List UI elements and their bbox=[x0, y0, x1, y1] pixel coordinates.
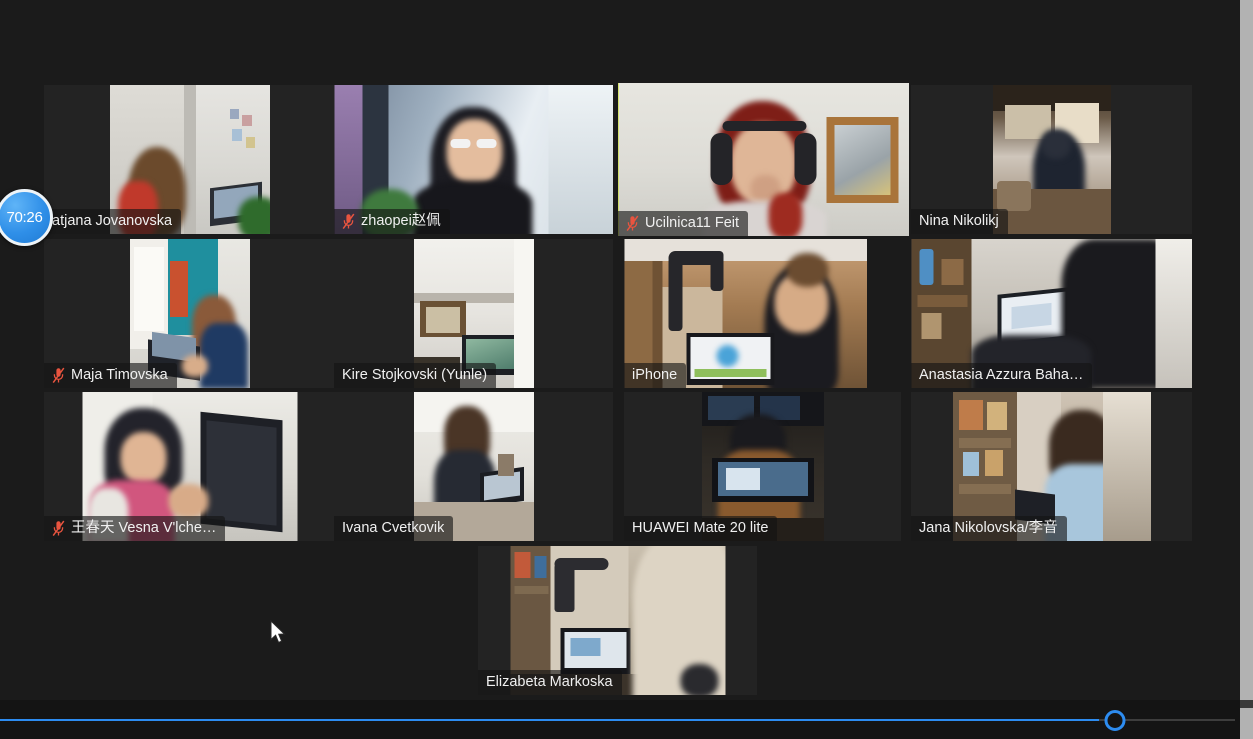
participant-tile[interactable]: iPhone bbox=[624, 239, 867, 388]
participant-tile[interactable]: Elizabeta Markoska bbox=[478, 546, 757, 695]
participant-tile[interactable]: HUAWEI Mate 20 lite bbox=[624, 392, 901, 541]
participant-name-text: zhaopei赵佩 bbox=[361, 213, 441, 229]
participant-name-label: Elizabeta Markoska bbox=[478, 670, 622, 695]
mic-muted-icon bbox=[342, 213, 355, 229]
participant-name-text: Kire Stojkovski (Yunle) bbox=[342, 367, 488, 383]
participant-tile[interactable]: Anastasia Azzura Baha… bbox=[911, 239, 1192, 388]
participant-tile[interactable]: 王春天 Vesna V'lche… bbox=[44, 392, 336, 541]
meeting-timer-text: 70:26 bbox=[6, 209, 43, 226]
participant-tile[interactable]: Nina Nikolikj bbox=[911, 85, 1192, 234]
progress-fill bbox=[0, 719, 1100, 721]
participant-tile[interactable]: Kire Stojkovski (Yunle) bbox=[334, 239, 613, 388]
participant-gallery-grid: atjana Jovanovska zhaopei赵佩 Ucilnica11 F… bbox=[0, 0, 1253, 700]
participant-name-text: HUAWEI Mate 20 lite bbox=[632, 520, 769, 536]
scrollbar-divider bbox=[1240, 700, 1253, 708]
participant-tile[interactable]: Jana Nikolovska/李音 bbox=[911, 392, 1192, 541]
participant-name-label: Ucilnica11 Feit bbox=[618, 211, 749, 236]
participant-tile[interactable]: atjana Jovanovska bbox=[44, 85, 336, 234]
participant-tile[interactable]: Ivana Cvetkovik bbox=[334, 392, 613, 541]
participant-name-label: Nina Nikolikj bbox=[911, 209, 1008, 234]
participant-name-label: zhaopei赵佩 bbox=[334, 209, 450, 234]
vertical-scrollbar[interactable] bbox=[1240, 0, 1253, 739]
participant-tile[interactable]: Maja Timovska bbox=[44, 239, 336, 388]
video-feed bbox=[992, 85, 1111, 234]
participant-name-label: Jana Nikolovska/李音 bbox=[911, 516, 1067, 541]
participant-name-text: Ivana Cvetkovik bbox=[342, 520, 445, 536]
participant-name-text: Ucilnica11 Feit bbox=[645, 215, 740, 231]
zoom-gallery-window: atjana Jovanovska zhaopei赵佩 Ucilnica11 F… bbox=[0, 0, 1253, 739]
participant-name-label: Maja Timovska bbox=[44, 363, 177, 388]
bottom-playback-bar bbox=[0, 700, 1253, 739]
participant-name-label: 王春天 Vesna V'lche… bbox=[44, 516, 226, 541]
participant-name-text: atjana Jovanovska bbox=[52, 213, 173, 229]
participant-name-text: Elizabeta Markoska bbox=[486, 674, 613, 690]
mic-muted-icon bbox=[52, 367, 65, 383]
participant-name-label: HUAWEI Mate 20 lite bbox=[624, 516, 778, 541]
mic-muted-icon bbox=[626, 215, 639, 231]
participant-name-text: Maja Timovska bbox=[71, 367, 168, 383]
participant-tile[interactable]: zhaopei赵佩 bbox=[334, 85, 613, 234]
participant-name-label: Ivana Cvetkovik bbox=[334, 516, 454, 541]
participant-name-text: Nina Nikolikj bbox=[919, 213, 999, 229]
participant-tile-active-speaker[interactable]: Ucilnica11 Feit bbox=[618, 83, 909, 236]
participant-name-label: iPhone bbox=[624, 363, 687, 388]
participant-name-text: Jana Nikolovska/李音 bbox=[919, 520, 1058, 536]
participant-name-label: atjana Jovanovska bbox=[44, 209, 182, 234]
participant-name-text: 王春天 Vesna V'lche… bbox=[71, 520, 217, 536]
participant-name-label: Kire Stojkovski (Yunle) bbox=[334, 363, 497, 388]
mic-muted-icon bbox=[52, 520, 65, 536]
mouse-pointer bbox=[270, 620, 286, 644]
participant-name-text: iPhone bbox=[632, 367, 678, 383]
progress-thumb[interactable] bbox=[1104, 710, 1126, 731]
progress-track[interactable] bbox=[0, 719, 1235, 721]
participant-name-text: Anastasia Azzura Baha… bbox=[919, 367, 1084, 383]
participant-name-label: Anastasia Azzura Baha… bbox=[911, 363, 1093, 388]
